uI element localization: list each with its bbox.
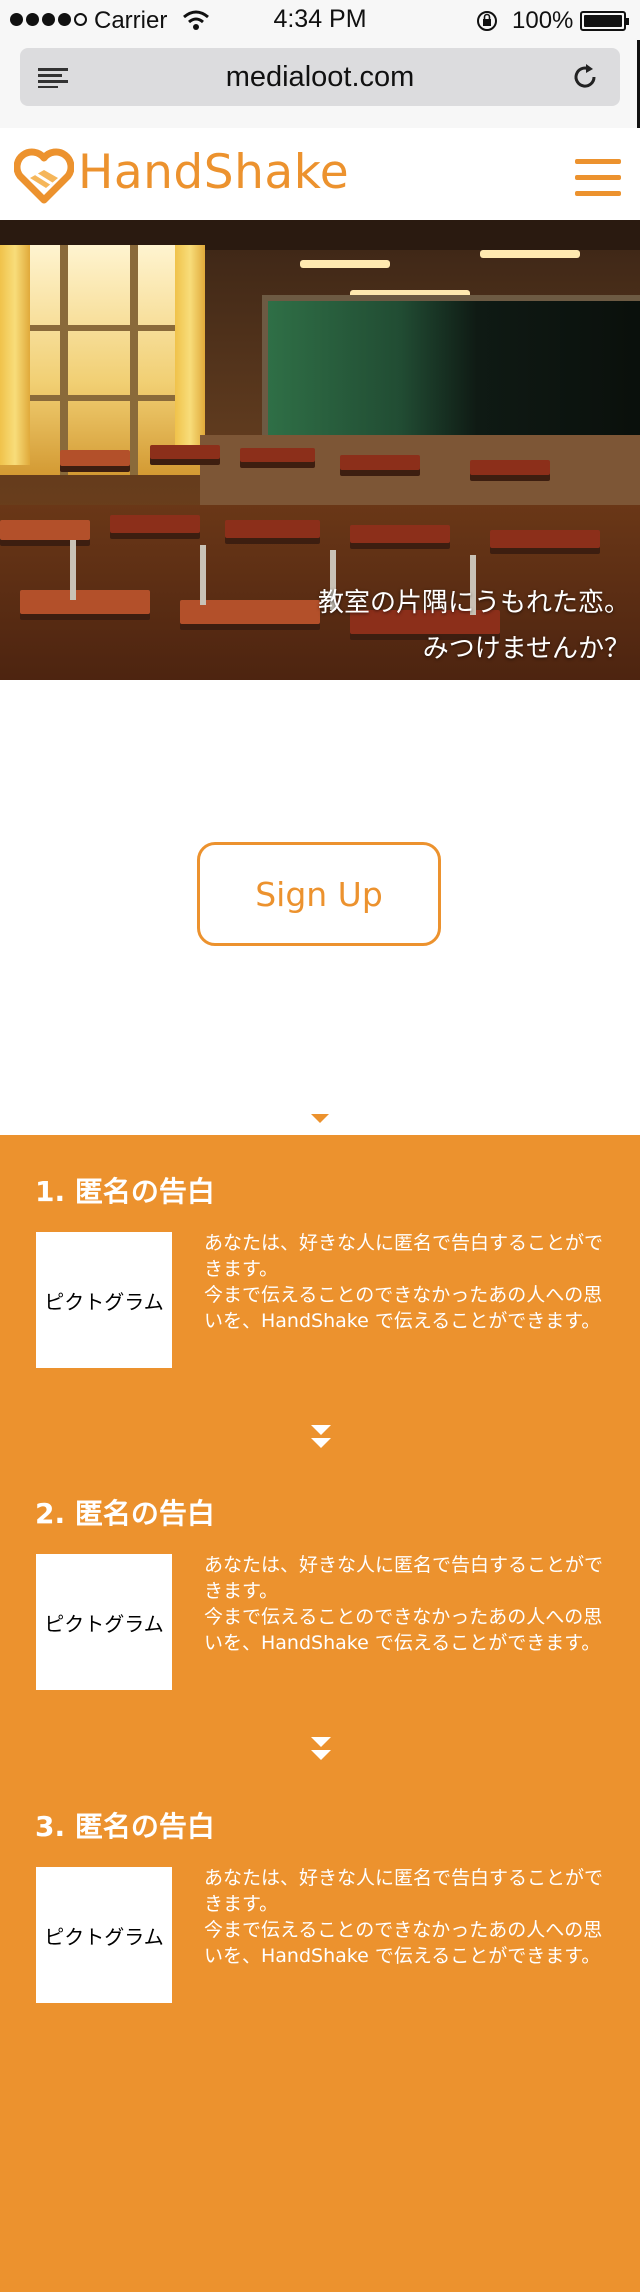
chevron-down-icon [311, 1750, 331, 1760]
battery-icon [580, 11, 629, 31]
handshake-heart-logo-icon[interactable] [14, 148, 74, 204]
site-header: HandShake [0, 128, 640, 220]
battery-percentage: 100% [512, 7, 574, 34]
step-desc-line1: あなたは、好きな人に匿名で告白することができます。 [204, 1232, 604, 1280]
step-desc-line1: あなたは、好きな人に匿名で告白することができます。 [204, 1554, 604, 1602]
hero-caption-line2: みつけませんか？ [422, 634, 630, 664]
reload-icon[interactable] [570, 62, 600, 92]
step-desc-line2: 今まで伝えることのできなかったあの人への思いを、HandShake で伝えること… [204, 1606, 603, 1654]
step-description: あなたは、好きな人に匿名で告白することができます。 今まで伝えることのできなかっ… [204, 1230, 609, 1334]
pictogram-placeholder: ピクトグラム [36, 1867, 172, 2003]
step-desc-line1: あなたは、好きな人に匿名で告白することができます。 [204, 1867, 604, 1915]
step-description: あなたは、好きな人に匿名で告白することができます。 今まで伝えることのできなかっ… [204, 1865, 609, 1969]
browser-toolbar: medialoot.com [0, 40, 640, 129]
chevron-down-icon [311, 1438, 331, 1448]
step-title: 3. 匿名の告白 [35, 1810, 215, 1843]
hero-caption-line1: 教室の片隅にうもれた恋。 [317, 588, 630, 618]
pictogram-placeholder: ピクトグラム [36, 1232, 172, 1368]
orientation-lock-icon [477, 11, 497, 31]
chevron-down-icon [311, 1425, 331, 1435]
step-title: 2. 匿名の告白 [35, 1497, 215, 1530]
logo-text[interactable]: HandShake [78, 145, 349, 200]
url-text[interactable]: medialoot.com [20, 61, 620, 94]
address-bar[interactable]: medialoot.com [20, 48, 620, 106]
pictogram-placeholder: ピクトグラム [36, 1554, 172, 1690]
step-description: あなたは、好きな人に匿名で告白することができます。 今まで伝えることのできなかっ… [204, 1552, 609, 1656]
sign-up-button[interactable]: Sign Up [197, 842, 441, 946]
section-pointer-icon [311, 1114, 329, 1123]
status-bar: Carrier 4:34 PM 100% [0, 0, 640, 40]
step-desc-line2: 今まで伝えることのできなかったあの人への思いを、HandShake で伝えること… [204, 1284, 603, 1332]
step-title: 1. 匿名の告白 [35, 1175, 215, 1208]
hamburger-menu-icon[interactable] [575, 159, 621, 197]
hero-classroom-image: 教室の片隅にうもれた恋。 みつけませんか？ [0, 220, 640, 680]
features-section: 1. 匿名の告白 ピクトグラム あなたは、好きな人に匿名で告白することができます… [0, 1135, 640, 2292]
hero-caption: 教室の片隅にうもれた恋。 みつけませんか？ [318, 580, 630, 672]
step-desc-line2: 今まで伝えることのできなかったあの人への思いを、HandShake で伝えること… [204, 1919, 603, 1967]
chevron-down-icon [311, 1737, 331, 1747]
